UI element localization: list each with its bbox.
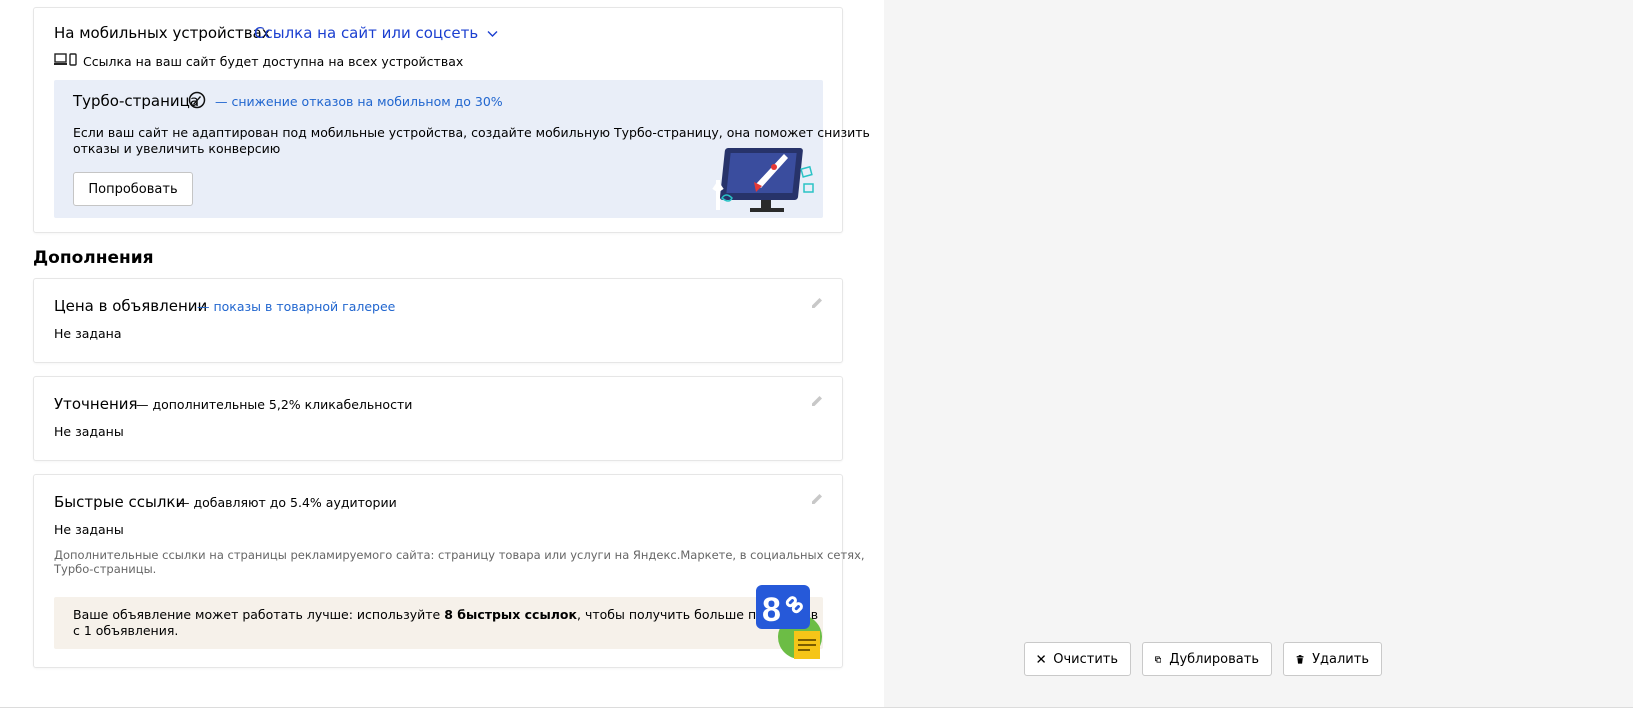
bottom-divider <box>0 707 1633 708</box>
edit-callouts-icon[interactable] <box>809 393 825 409</box>
edit-sitelinks-icon[interactable] <box>809 491 825 507</box>
sitelinks-title: Быстрые ссылки <box>54 493 186 511</box>
turbo-box: Турбо-страница — снижение отказов на моб… <box>54 80 870 218</box>
turbo-text-line2: отказы и увеличить конверсию <box>73 141 281 156</box>
chevron-down-icon <box>487 31 498 37</box>
callouts-value: Не заданы <box>54 424 124 439</box>
mobile-label: На мобильных устройствах <box>54 24 271 42</box>
turbo-text-line1: Если ваш сайт не адаптирован под мобильн… <box>73 125 870 140</box>
sitelinks-desc-line2: Турбо-страницы. <box>54 562 157 576</box>
delete-button-label: Удалить <box>1312 651 1369 667</box>
duplicate-button[interactable]: Дублировать <box>1142 642 1272 676</box>
price-subtitle: — показы в товарной галерее <box>197 299 396 314</box>
mobile-note: Ссылка на ваш сайт будет доступна на все… <box>83 54 464 69</box>
promo-prefix: Ваше объявление может работать лучше: ис… <box>73 607 445 622</box>
sitelinks-value: Не заданы <box>54 522 124 537</box>
price-card: Цена в объявлении — показы в товарной га… <box>33 278 843 363</box>
promo-line1: Ваше объявление может работать лучше: ис… <box>73 607 818 622</box>
mobile-card: На мобильных устройствах Ссылка на сайт … <box>33 7 870 233</box>
turbo-subtitle: — снижение отказов на мобильном до 30% <box>215 94 503 109</box>
clear-button-label: Очистить <box>1053 651 1118 667</box>
extras-heading: Дополнения <box>33 248 154 268</box>
sitelinks-subtitle: — добавляют до 5.4% аудитории <box>177 495 397 510</box>
turbo-illustration <box>712 148 814 212</box>
duplicate-button-label: Дублировать <box>1169 651 1259 667</box>
mobile-link-dropdown[interactable]: Ссылка на сайт или соцсеть <box>254 24 498 42</box>
duplicate-icon <box>1155 655 1162 663</box>
right-panel <box>884 0 1633 708</box>
clear-button[interactable]: Очистить <box>1024 642 1131 676</box>
delete-button[interactable]: Удалить <box>1283 642 1382 676</box>
callouts-card: Уточнения — дополнительные 5,2% кликабел… <box>33 376 843 461</box>
devices-icon <box>54 53 77 66</box>
rocket-icon <box>188 91 206 109</box>
price-title: Цена в объявлении <box>54 297 208 315</box>
turbo-title: Турбо-страница <box>73 92 200 110</box>
badge-number: 8 <box>762 591 781 629</box>
try-turbo-button[interactable]: Попробовать <box>73 172 193 206</box>
callouts-subtitle: — дополнительные 5,2% кликабельности <box>136 397 413 412</box>
edit-price-icon[interactable] <box>809 295 825 311</box>
sitelinks-desc-line1: Дополнительные ссылки на страницы реклам… <box>54 548 865 562</box>
mobile-link-dropdown-value: Ссылка на сайт или соцсеть <box>254 24 479 42</box>
sitelinks-promo: Ваше объявление может работать лучше: ис… <box>54 597 823 649</box>
callouts-title: Уточнения <box>54 395 138 413</box>
promo-line2: с 1 объявления. <box>73 623 179 638</box>
price-value: Не задана <box>54 326 122 341</box>
trash-icon <box>1296 654 1304 664</box>
sitelinks-badge-illustration: 8 <box>756 585 822 659</box>
promo-bold: 8 быстрых ссылок <box>444 607 577 622</box>
sitelinks-card: Быстрые ссылки — добавляют до 5.4% аудит… <box>33 474 865 668</box>
close-icon <box>1037 655 1046 663</box>
